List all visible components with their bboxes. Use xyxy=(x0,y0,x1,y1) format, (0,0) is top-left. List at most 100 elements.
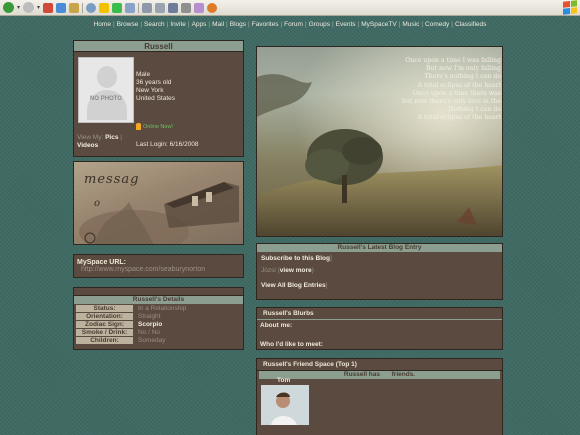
details-key: Status: xyxy=(76,305,133,312)
blog-body: Subscribe to this Blog] Jòzsi (view more… xyxy=(257,252,502,292)
nav-search[interactable]: Search xyxy=(144,21,165,28)
nav-invite[interactable]: Invite xyxy=(170,21,186,28)
myspace-url-label: MySpace URL: xyxy=(77,259,127,266)
friend-photo[interactable] xyxy=(261,385,309,425)
banner-text-1: messag xyxy=(84,172,140,187)
blurbs-panel: Russell's Blurbs About me: Who I'd like … xyxy=(256,307,503,350)
myspace-url-value[interactable]: http://www.myspace.com/seaburynorton xyxy=(77,266,240,273)
forward-icon[interactable] xyxy=(23,2,35,13)
media-icon[interactable] xyxy=(112,2,123,13)
friend-space-panel: Russell's Friend Space (Top 1) Russell h… xyxy=(256,358,503,435)
toolbar-separator xyxy=(82,2,84,13)
nav-separator: | xyxy=(421,21,424,28)
details-key: Children: xyxy=(76,337,133,344)
poem-line: There's nothing I can do xyxy=(424,73,501,81)
nav-separator: | xyxy=(248,21,250,28)
profile-age: 36 years old xyxy=(136,79,172,86)
view-all-blog-link[interactable]: View All Blog Entries xyxy=(261,282,326,289)
poem-line: Once upon a time I was falling xyxy=(405,57,501,64)
stop-icon[interactable] xyxy=(43,2,54,13)
nav-browse[interactable]: Browse xyxy=(117,21,139,28)
nav-separator: | xyxy=(280,21,283,28)
forward-dropdown-icon[interactable]: ▾ xyxy=(37,4,40,11)
subscribe-blog-link[interactable]: Subscribe to this Blog xyxy=(261,255,330,262)
nav-separator: | xyxy=(140,21,143,28)
poem-line: A total eclipse of the heart xyxy=(417,81,501,89)
toolbar-separator xyxy=(138,2,140,13)
history-icon[interactable] xyxy=(125,2,136,13)
banner-text-2: o xyxy=(94,198,101,209)
browser-toolbar: ▾ ▾ xyxy=(0,0,580,16)
nav-events[interactable]: Events xyxy=(336,21,356,28)
no-photo-label: NO PHOTO xyxy=(90,96,122,102)
pics-link[interactable]: Pics xyxy=(105,134,118,141)
blog-title: Russell's Latest Blog Entry xyxy=(257,244,502,252)
friend-count-suffix: friends. xyxy=(391,371,416,378)
nav-myspacetv[interactable]: MySpaceTV xyxy=(361,21,396,28)
avatar-body-shape xyxy=(87,90,127,120)
details-value: Straight xyxy=(138,313,161,320)
details-key: Zodiac Sign: xyxy=(76,321,133,328)
myspace-url-panel: MySpace URL: http://www.myspace.com/seab… xyxy=(73,254,244,278)
favorites-star-icon[interactable] xyxy=(99,2,110,13)
videos-link[interactable]: Videos xyxy=(77,142,98,149)
profile-name: Russell xyxy=(74,41,243,52)
back-icon[interactable] xyxy=(3,2,14,13)
home-icon[interactable] xyxy=(69,2,80,13)
nav-groups[interactable]: Groups xyxy=(309,21,330,28)
last-login: Last Login: 6/16/2008 xyxy=(136,141,199,148)
avatar-head-shape xyxy=(97,66,117,88)
poem-line: But now I'm only falling xyxy=(426,65,501,73)
refresh-icon[interactable] xyxy=(56,2,67,13)
nav-separator: | xyxy=(451,21,453,28)
windows-logo-icon xyxy=(563,0,577,15)
view-my-label: View My: xyxy=(77,134,104,141)
profile-panel: Russell NO PHOTO Male 36 years old New Y… xyxy=(73,40,244,157)
who-to-meet-label: Who I'd like to meet: xyxy=(260,341,323,348)
link-bracket: ] xyxy=(329,255,332,262)
nav-apps[interactable]: Apps xyxy=(192,21,207,28)
print-icon[interactable] xyxy=(155,2,166,13)
friend-name[interactable]: Tom xyxy=(277,377,290,384)
poem-image-panel: Once upon a time I was falling But now I'… xyxy=(256,46,503,237)
nav-separator: | xyxy=(112,21,115,28)
smiley-icon[interactable] xyxy=(207,2,218,13)
view-my-links: View My: Pics | Videos xyxy=(77,134,122,150)
blog-entry-title[interactable]: Jòzsi xyxy=(261,267,276,274)
search-icon[interactable] xyxy=(86,2,97,13)
edit-icon[interactable] xyxy=(168,2,179,13)
nav-home[interactable]: Home xyxy=(94,21,111,28)
details-key: Smoke / Drink: xyxy=(76,329,133,336)
nav-music[interactable]: Music xyxy=(402,21,419,28)
nav-classifieds[interactable]: Classifieds xyxy=(455,21,486,28)
blog-panel: Russell's Latest Blog Entry Subscribe to… xyxy=(256,243,503,300)
details-table: Status: In a Relationship Orientation: Stra… xyxy=(74,304,243,345)
nav-mail[interactable]: Mail xyxy=(212,21,224,28)
profile-photo[interactable]: NO PHOTO xyxy=(78,57,134,123)
details-row: Orientation: Straight xyxy=(76,313,241,320)
details-title: Russell's Details xyxy=(74,296,243,304)
nav-favorites[interactable]: Favorites xyxy=(252,21,279,28)
details-value: Scorpio xyxy=(138,321,163,328)
friend-count-prefix: Russell has xyxy=(343,371,381,378)
link-bracket: ] xyxy=(325,282,328,289)
poem-line: Nothing I can do xyxy=(448,106,501,114)
view-more-link[interactable]: view more xyxy=(280,267,312,274)
friend-space-title: Russell's Friend Space (Top 1) xyxy=(257,359,502,371)
blurbs-title: Russell's Blurbs xyxy=(257,308,502,320)
nav-comedy[interactable]: Comedy xyxy=(425,21,449,28)
details-key: Orientation: xyxy=(76,313,133,320)
nav-separator: | xyxy=(187,21,190,28)
about-me-label: About me: xyxy=(260,322,293,329)
nav-separator: | xyxy=(166,21,169,28)
nav-blogs[interactable]: Blogs xyxy=(230,21,246,28)
messenger-icon[interactable] xyxy=(194,2,205,13)
details-panel: Russell's Details Status: In a Relationsh… xyxy=(73,287,244,350)
poem-line: Once upon a time there was xyxy=(412,89,501,97)
discuss-icon[interactable] xyxy=(181,2,192,13)
back-dropdown-icon[interactable]: ▾ xyxy=(17,4,20,11)
mail-icon[interactable] xyxy=(142,2,153,13)
nav-forum[interactable]: Forum xyxy=(284,21,303,28)
link-separator: | xyxy=(120,134,122,141)
profile-banner-image: messag o xyxy=(73,161,244,245)
